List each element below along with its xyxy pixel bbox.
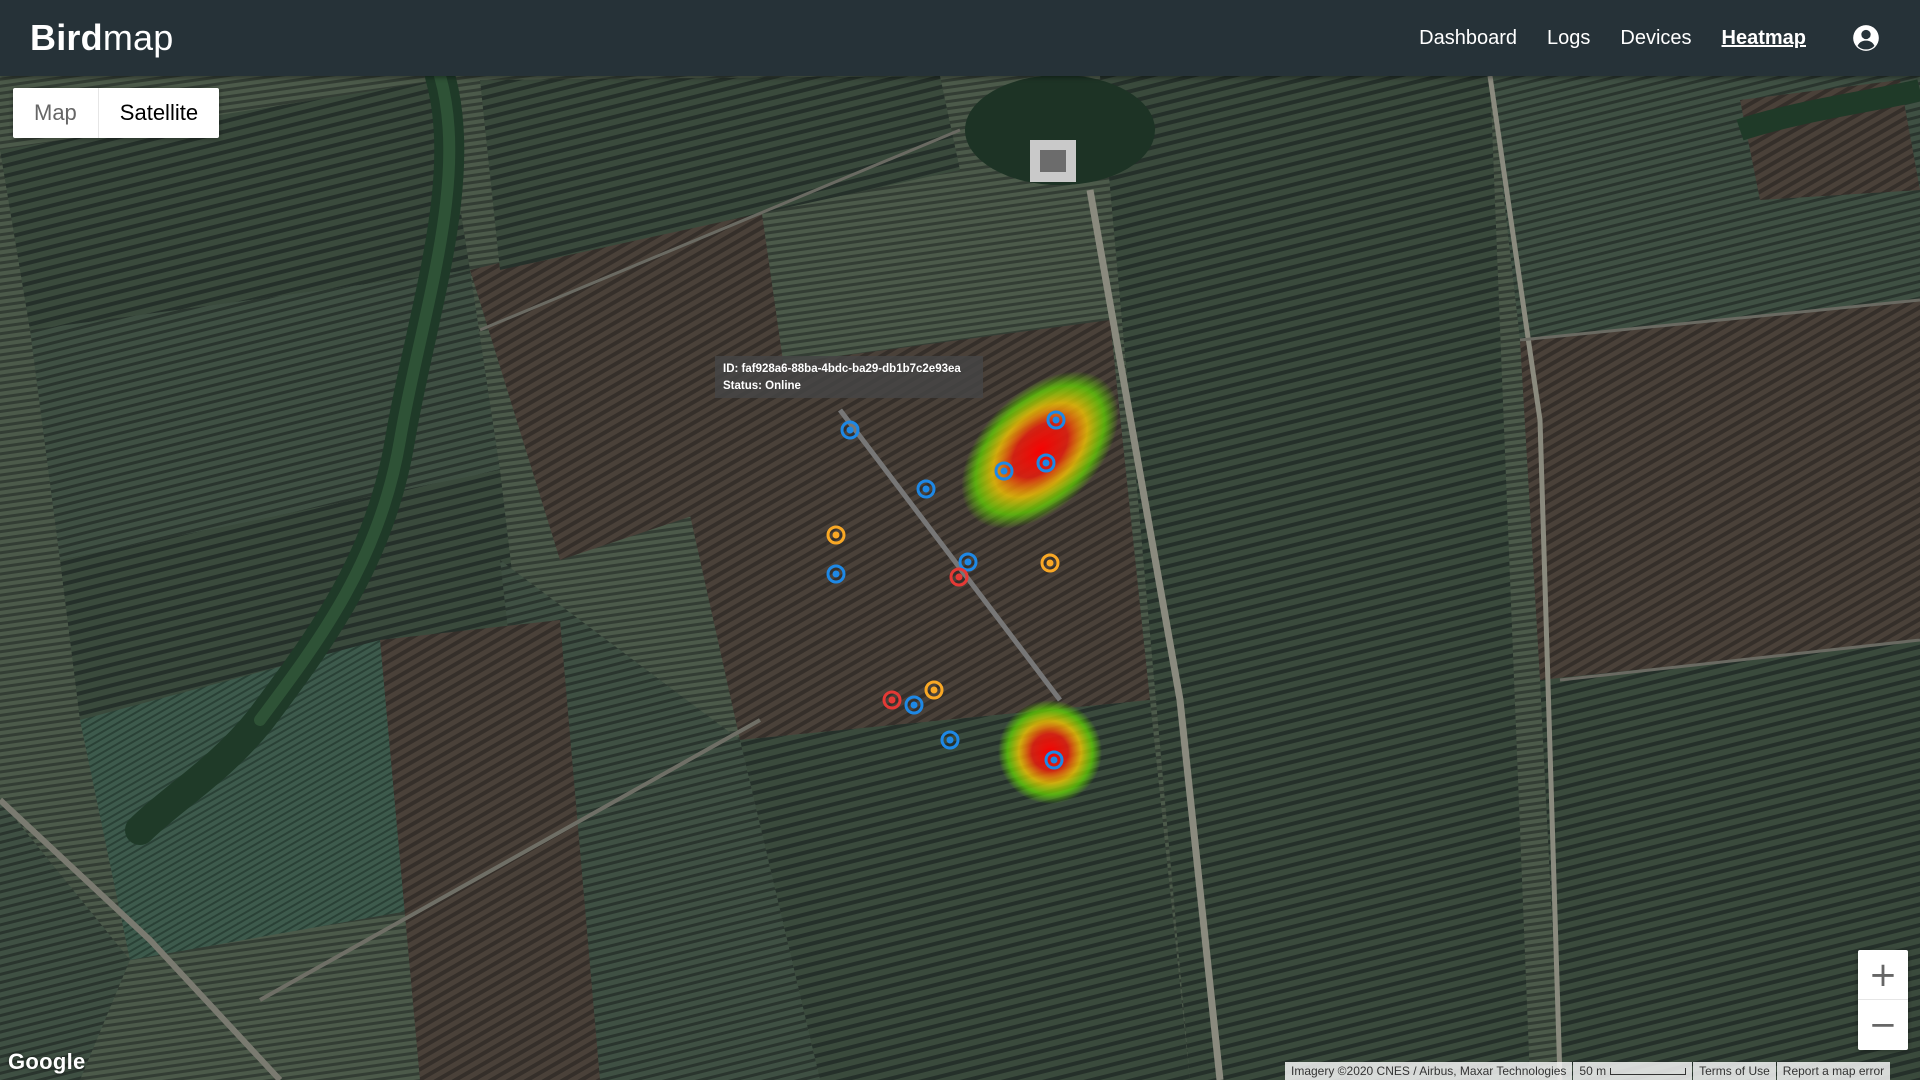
satellite-map[interactable] bbox=[0, 76, 1920, 1080]
brand-logo[interactable]: Birdmap bbox=[30, 17, 173, 59]
map-type-map-button[interactable]: Map bbox=[13, 88, 99, 138]
zoom-in-button[interactable]: + bbox=[1858, 950, 1908, 1000]
map-type-satellite-button[interactable]: Satellite bbox=[99, 88, 219, 138]
imagery-attribution: Imagery ©2020 CNES / Airbus, Maxar Techn… bbox=[1285, 1062, 1573, 1080]
scale-label: 50 m bbox=[1579, 1064, 1607, 1078]
zoom-control: + − bbox=[1858, 950, 1908, 1050]
tooltip-id: ID: faf928a6-88ba-4bdc-ba29-db1b7c2e93ea bbox=[723, 363, 961, 375]
app-bar: Birdmap Dashboard Logs Devices Heatmap bbox=[0, 0, 1920, 76]
device-tooltip: ID: faf928a6-88ba-4bdc-ba29-db1b7c2e93ea… bbox=[715, 356, 983, 398]
scale-line bbox=[1610, 1067, 1687, 1075]
zoom-out-button[interactable]: − bbox=[1858, 1000, 1908, 1050]
satellite-imagery bbox=[0, 76, 1920, 1080]
brand-light: map bbox=[102, 17, 174, 58]
tooltip-status: Status: Online bbox=[723, 380, 801, 392]
nav-dashboard[interactable]: Dashboard bbox=[1419, 27, 1517, 50]
nav-heatmap[interactable]: Heatmap bbox=[1722, 27, 1806, 50]
map-type-control: Map Satellite bbox=[13, 88, 220, 138]
account-icon[interactable] bbox=[1852, 24, 1880, 52]
report-map-error-link[interactable]: Report a map error bbox=[1783, 1064, 1884, 1078]
google-logo[interactable]: Google bbox=[8, 1049, 86, 1075]
scale-bar[interactable]: 50 m bbox=[1573, 1062, 1693, 1080]
nav-devices[interactable]: Devices bbox=[1620, 27, 1691, 50]
brand-bold: Bird bbox=[30, 17, 103, 58]
nav-logs[interactable]: Logs bbox=[1547, 27, 1590, 50]
map-attribution-bar: Imagery ©2020 CNES / Airbus, Maxar Techn… bbox=[1284, 1062, 1891, 1080]
main-nav: Dashboard Logs Devices Heatmap bbox=[1389, 24, 1880, 52]
terms-link[interactable]: Terms of Use bbox=[1699, 1064, 1770, 1078]
